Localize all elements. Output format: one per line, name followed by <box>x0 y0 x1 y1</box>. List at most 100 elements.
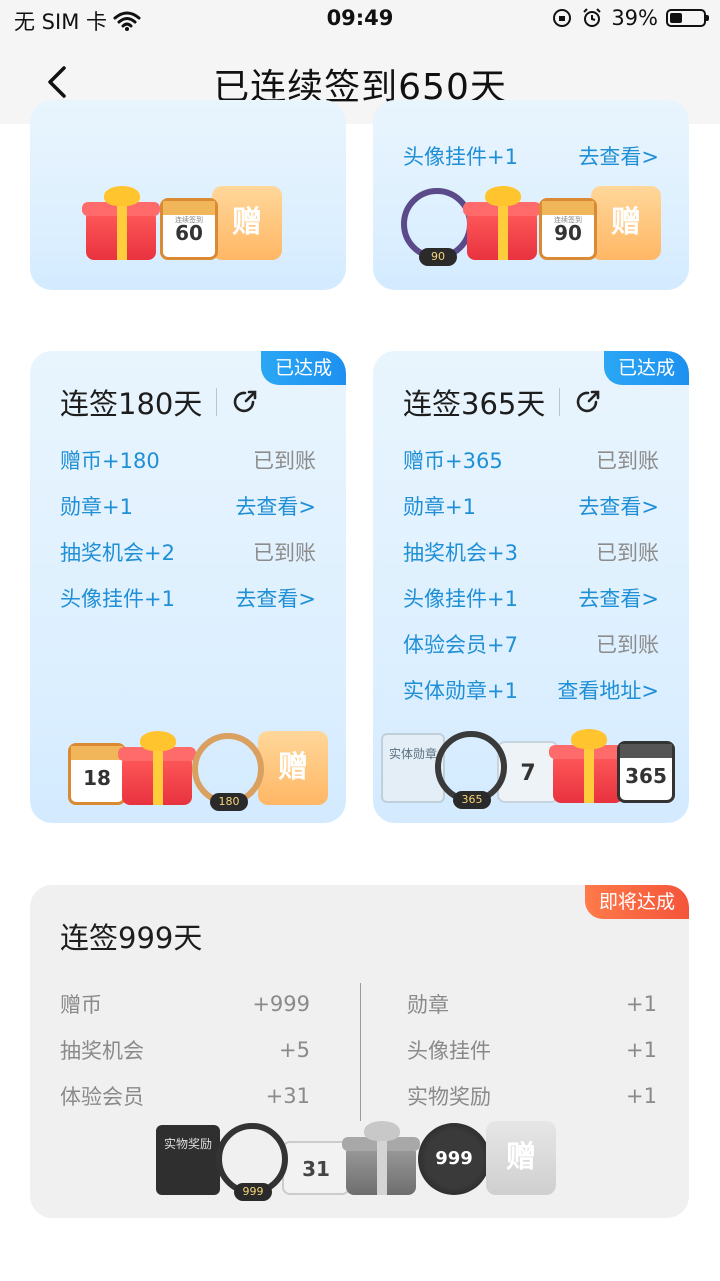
reward-row: 赠币+180 已到账 <box>60 440 316 480</box>
reward-status: 已到账 <box>253 449 316 473</box>
streak-coin-icon: 999 <box>418 1123 490 1195</box>
reward-label: 头像挂件+1 <box>403 145 518 169</box>
view-link[interactable]: 去查看> <box>578 491 659 521</box>
membership-ticket-icon: 31 <box>282 1141 350 1195</box>
reward-label: 实体勋章+1 <box>403 679 518 703</box>
reward-value: +1 <box>626 1084 657 1108</box>
reward-status: 已到账 <box>596 449 659 473</box>
reward-value: +1 <box>626 1038 657 1062</box>
reward-row: 勋章+1 去查看> <box>60 486 316 526</box>
reward-status: 已到账 <box>253 541 316 565</box>
title-divider <box>216 388 218 416</box>
card-title-row: 连签365天 <box>403 381 602 423</box>
reward-label: 赠币 <box>60 993 102 1017</box>
reward-status: 已到账 <box>596 633 659 657</box>
reward-label: 抽奖机会+2 <box>60 541 175 565</box>
reward-label: 勋章+1 <box>60 495 133 519</box>
reward-label: 头像挂件+1 <box>60 587 175 611</box>
calendar-icon: 连续签到 60 <box>160 198 218 260</box>
reward-row: 勋章+1 去查看> <box>403 486 659 526</box>
reward-value: +1 <box>626 992 657 1016</box>
reward-label: 勋章+1 <box>403 495 476 519</box>
column-divider <box>360 983 361 1121</box>
reward-label: 抽奖机会+3 <box>403 541 518 565</box>
reward-row: 体验会员 +31 <box>60 1073 310 1119</box>
reward-row: 抽奖机会+2 已到账 <box>60 532 316 572</box>
reward-card-90: 头像挂件+1 去查看> 90 连续签到 90 赠 <box>373 100 689 290</box>
reward-row: 赠币 +999 <box>60 981 310 1027</box>
reward-illustration: 连续签到 60 赠 <box>82 186 282 260</box>
status-badge: 已达成 <box>603 351 689 385</box>
reward-row: 头像挂件 +1 <box>407 1027 657 1073</box>
reward-card-999: 即将达成 连签999天 赠币 +999 抽奖机会 +5 体验会员 +31 勋章 +1 头… <box>30 885 689 1218</box>
reward-label: 赠币+180 <box>60 449 160 473</box>
status-badge: 已达成 <box>260 351 346 385</box>
coupon-icon: 赠 <box>258 731 328 805</box>
share-icon[interactable] <box>231 388 259 416</box>
reward-label: 抽奖机会 <box>60 1039 144 1063</box>
rotation-lock-icon <box>553 9 572 27</box>
card-title: 连签999天 <box>60 921 203 955</box>
reward-label: 体验会员+7 <box>403 633 518 657</box>
gift-box-icon <box>342 1121 424 1195</box>
reward-row: 头像挂件+1 去查看> <box>403 578 659 618</box>
view-link[interactable]: 去查看> <box>578 583 659 613</box>
gift-box-icon <box>118 731 200 805</box>
card-title: 连签180天 <box>60 387 203 421</box>
reward-row: 实物奖励 +1 <box>407 1073 657 1119</box>
reward-label: 头像挂件 <box>407 1039 491 1063</box>
card-title: 连签365天 <box>403 387 546 421</box>
reward-row: 头像挂件+1 去查看> <box>60 578 316 618</box>
view-link[interactable]: 去查看> <box>235 491 316 521</box>
battery-fill <box>670 13 682 23</box>
reward-card-180: 已达成 连签180天 赠币+180 已到账 勋章+1 去查看> 抽奖机会+2 已… <box>30 351 346 823</box>
reward-row: 实体勋章+1 查看地址> <box>403 670 659 710</box>
reward-illustration: 18 180 赠 <box>68 731 328 811</box>
share-icon[interactable] <box>574 388 602 416</box>
reward-row: 头像挂件+1 去查看> <box>403 136 659 176</box>
coupon-icon: 赠 <box>486 1121 556 1195</box>
reward-label: 实物奖励 <box>407 1085 491 1109</box>
reward-value: +31 <box>265 1084 310 1108</box>
title-divider <box>559 388 561 416</box>
reward-card-60: 连续签到 60 赠 <box>30 100 346 290</box>
reward-row: 抽奖机会 +5 <box>60 1027 310 1073</box>
reward-row: 勋章 +1 <box>407 981 657 1027</box>
status-right: 39% <box>551 6 709 30</box>
reward-row: 体验会员+7 已到账 <box>403 624 659 664</box>
alarm-icon <box>583 8 602 27</box>
physical-reward-box-icon: 实物奖励 <box>156 1125 220 1195</box>
status-badge: 即将达成 <box>584 885 689 919</box>
calendar-icon: 连续签到 90 <box>539 198 597 260</box>
gift-box-icon <box>82 186 164 260</box>
avatar-frame-icon: 999 <box>216 1123 288 1201</box>
coupon-icon: 赠 <box>591 186 661 260</box>
reward-row: 抽奖机会+3 已到账 <box>403 532 659 572</box>
card-title-row: 连签180天 <box>60 381 259 423</box>
calendar-icon: 365 <box>617 741 675 803</box>
battery-icon <box>666 9 709 27</box>
battery-percent: 39% <box>611 6 658 30</box>
reward-status: 已到账 <box>596 541 659 565</box>
reward-value: +5 <box>279 1038 310 1062</box>
reward-label: 体验会员 <box>60 1085 144 1109</box>
reward-row: 赠币+365 已到账 <box>403 440 659 480</box>
avatar-frame-icon: 180 <box>192 733 264 811</box>
reward-label: 头像挂件+1 <box>403 587 518 611</box>
reward-label: 赠币+365 <box>403 449 503 473</box>
view-address-link[interactable]: 查看地址> <box>557 675 659 705</box>
status-bar: 无 SIM 卡 09:49 39% <box>0 0 720 40</box>
view-link[interactable]: 去查看> <box>578 141 659 171</box>
reward-illustration: 实体勋章 365 7 365 <box>381 729 675 809</box>
reward-card-365: 已达成 连签365天 赠币+365 已到账 勋章+1 去查看> 抽奖机会+3 已… <box>373 351 689 823</box>
gift-box-icon <box>463 186 545 260</box>
reward-value: +999 <box>252 992 310 1016</box>
reward-label: 勋章 <box>407 993 449 1017</box>
coupon-icon: 赠 <box>212 186 282 260</box>
avatar-frame-icon: 365 <box>435 731 507 809</box>
reward-list-right: 勋章 +1 头像挂件 +1 实物奖励 +1 <box>407 981 657 1119</box>
reward-list-left: 赠币 +999 抽奖机会 +5 体验会员 +31 <box>60 981 310 1119</box>
reward-illustration: 实物奖励 999 31 999 赠 <box>156 1121 556 1201</box>
reward-illustration: 90 连续签到 90 赠 <box>401 186 661 266</box>
view-link[interactable]: 去查看> <box>235 583 316 613</box>
